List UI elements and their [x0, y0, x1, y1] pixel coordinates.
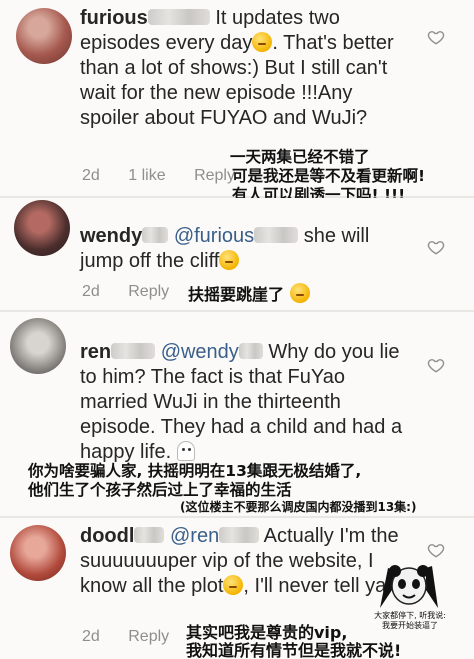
chinese-caption-line: 扶摇要跳崖了 [188, 283, 310, 304]
redacted-username-blur [147, 9, 210, 25]
redacted-username-blur [142, 227, 169, 243]
smiling-face-emoji [289, 283, 310, 303]
username[interactable]: wendy [80, 225, 142, 247]
comment-body-part: , I'll never tell yall [243, 575, 396, 597]
comment-time: 2d [82, 283, 100, 300]
chinese-caption-line: 一天两集已经不错了 [230, 148, 370, 166]
sticker-caption: 大家都停下, 听我说: 我要开始装逼了 [374, 611, 446, 630]
chinese-caption-line: 你为啥要骗人家, 扶摇明明在13集跟无极结婚了, [28, 462, 362, 480]
redacted-mention-blur [238, 343, 263, 359]
heart-outline-icon[interactable] [427, 28, 445, 46]
heart-outline-icon[interactable] [427, 238, 445, 256]
redacted-username-blur [134, 527, 165, 543]
redacted-mention-blur [254, 227, 299, 243]
chinese-caption-line: 可是我还是等不及看更新啊! [232, 167, 426, 185]
comment-meta: 2d Reply [82, 628, 193, 646]
ghost-emoji [177, 441, 196, 461]
chinese-caption-line: 他们生了个孩子然后过上了幸福的生活 [28, 481, 292, 499]
avatar[interactable] [10, 318, 66, 374]
comment-text: ren @wendy Why do you lie to him? The fa… [80, 340, 410, 465]
thinking-face-emoji [252, 32, 273, 52]
comment-time: 2d [82, 167, 100, 184]
chinese-caption-line: 其实吧我是尊贵的vip, [186, 623, 348, 642]
avatar[interactable] [16, 8, 72, 64]
heart-outline-icon[interactable] [427, 356, 445, 374]
comment-meta: 2d Reply [82, 283, 193, 301]
username[interactable]: doodl [80, 525, 134, 547]
redacted-username-blur [111, 343, 156, 359]
avatar[interactable] [14, 200, 70, 256]
comment-body-part: Why do you lie to him? The fact is that … [80, 341, 403, 463]
comment-text: furious It updates two episodes every da… [80, 6, 410, 131]
mention-link[interactable]: @ren [170, 525, 219, 547]
chinese-caption-line: 我知道所有情节但是我就不说! [186, 641, 402, 659]
mention-link[interactable]: @wendy [161, 341, 239, 363]
reply-link[interactable]: Reply [128, 628, 169, 645]
smiling-face-emoji [219, 250, 240, 270]
thinking-face-emoji [223, 575, 244, 595]
username[interactable]: furious [80, 7, 148, 29]
comment-text: wendy @furious she will jump off the cli… [80, 224, 410, 274]
reply-link[interactable]: Reply [194, 167, 235, 184]
comment-text: doodl @ren Actually I'm the suuuuuuuper … [80, 524, 410, 599]
redacted-mention-blur [219, 527, 260, 543]
reply-link[interactable]: Reply [128, 283, 169, 300]
like-count[interactable]: 1 like [128, 167, 165, 184]
chinese-caption-note: (这位楼主不要那么调皮国内都没播到13集:) [180, 500, 417, 514]
heart-outline-icon[interactable] [427, 541, 445, 559]
username[interactable]: ren [80, 341, 111, 363]
mention-link[interactable]: @furious [174, 225, 254, 247]
panda-meme-sticker [380, 565, 438, 608]
avatar[interactable] [10, 525, 66, 581]
comment-time: 2d [82, 628, 100, 645]
